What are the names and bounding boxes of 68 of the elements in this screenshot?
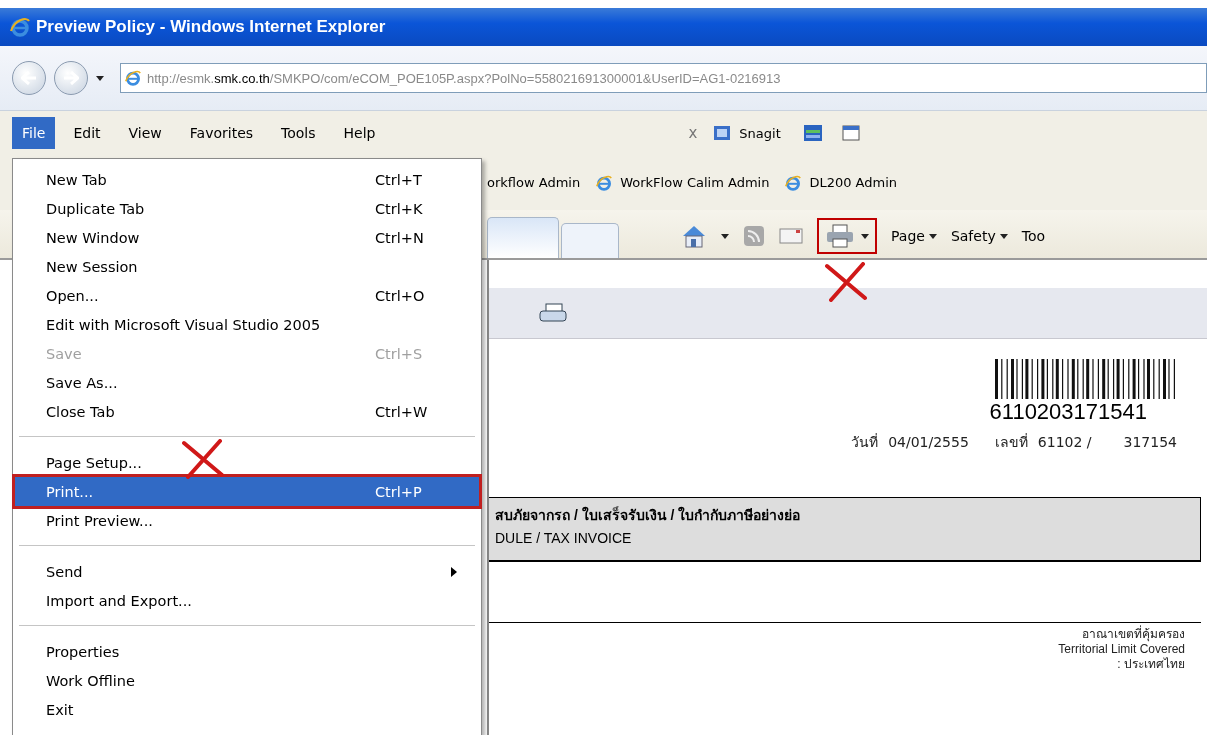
- browser-icon: [125, 70, 141, 86]
- menu-option[interactable]: New Session: [15, 252, 479, 281]
- menu-option[interactable]: Import and Export...: [15, 586, 479, 615]
- capture-icon: [713, 125, 732, 141]
- number-value: 61102 /: [1037, 434, 1092, 450]
- window-icon[interactable]: [802, 124, 823, 142]
- caret-icon: [721, 233, 729, 239]
- caret-icon: [928, 233, 937, 239]
- number-suffix: 317154: [1123, 434, 1177, 450]
- menu-item[interactable]: Help: [333, 117, 386, 149]
- browser-icon: [785, 174, 802, 191]
- favorite-link[interactable]: WorkFlow Calim Admin: [620, 175, 770, 190]
- menu-option[interactable]: Print Preview...: [15, 506, 479, 535]
- cross-mark: [823, 262, 869, 302]
- menu-option[interactable]: Save As...: [15, 368, 479, 397]
- back-arrow-icon: [21, 71, 37, 85]
- printer-icon[interactable]: [539, 303, 567, 323]
- caret-icon: [999, 233, 1008, 239]
- menu-option[interactable]: Send: [15, 557, 479, 586]
- caret-icon: [861, 233, 869, 239]
- snagit-button[interactable]: Snagit: [739, 125, 781, 141]
- cross-mark: [180, 439, 226, 479]
- forward-arrow-icon: [63, 71, 79, 85]
- command-menu[interactable]: Safety: [950, 228, 1008, 244]
- menu-option[interactable]: Exit: [15, 695, 479, 724]
- print-button[interactable]: [817, 218, 877, 254]
- close-button[interactable]: x: [688, 124, 698, 142]
- menu-option[interactable]: Edit with Microsoft Visual Studio 2005: [15, 310, 479, 339]
- command-menu[interactable]: Page: [891, 228, 937, 244]
- menu-option[interactable]: Close Tab Ctrl+W: [15, 397, 479, 426]
- browser-icon: [596, 174, 613, 191]
- heading-text: สบภัยจากรถ / ใบเสร็จรับเงิน / ใบกำกับภาษีอย่างย่อ: [495, 505, 802, 525]
- back-button[interactable]: [12, 61, 46, 95]
- home-icon[interactable]: [681, 224, 707, 248]
- menu-item[interactable]: Tools: [271, 117, 326, 149]
- menu-item[interactable]: File: [12, 117, 56, 149]
- window-title: Preview Policy - Windows Internet Explorer: [36, 17, 386, 37]
- history-caret-icon: [96, 75, 104, 81]
- date-label: วันที่: [851, 432, 879, 452]
- menu-item[interactable]: Edit: [63, 117, 111, 149]
- territory-text: Territorial Limit Covered: [1058, 642, 1185, 657]
- submenu-arrow-icon: [451, 566, 457, 577]
- menu-option[interactable]: New Tab Ctrl+T: [15, 165, 479, 194]
- forward-button[interactable]: [54, 61, 88, 95]
- favorite-link[interactable]: orkflow Admin: [487, 175, 581, 190]
- favorite-link[interactable]: DL200 Admin: [809, 175, 898, 190]
- menu-option[interactable]: Page Setup...: [15, 448, 479, 477]
- number-label: เลขที่: [994, 432, 1028, 452]
- menu-item[interactable]: Favorites: [179, 117, 264, 149]
- barcode-number: 6110203171541: [989, 399, 1147, 425]
- menu-item[interactable]: View: [118, 117, 172, 149]
- notepad-icon[interactable]: [840, 124, 861, 142]
- heading-text: DULE / TAX INVOICE: [495, 530, 633, 546]
- menu-option[interactable]: Duplicate Tab Ctrl+K: [15, 194, 479, 223]
- browser-icon: [10, 17, 30, 37]
- menu-option[interactable]: Print... Ctrl+P: [15, 477, 479, 506]
- menu-option[interactable]: New Window Ctrl+N: [15, 223, 479, 252]
- address-field[interactable]: http://esmk.smk.co.th/SMKPO/com/eCOM_POE105P.aspx?PolNo=558021691300001&UserID=AG1-0216913: [120, 63, 1207, 93]
- command-menu[interactable]: Too: [1021, 228, 1045, 244]
- mail-icon[interactable]: [779, 227, 803, 245]
- territory-text: อาณาเขตที่คุ้มครอง: [1082, 627, 1185, 642]
- menu-option[interactable]: Work Offline: [15, 666, 479, 695]
- url-text: http://esmk.smk.co.th/SMKPO/com/eCOM_POE105P.aspx?PolNo=558021691300001&UserID=AG1-0216913: [147, 70, 781, 86]
- date-value: 04/01/2555: [888, 434, 969, 450]
- territory-text: : ประเทศไทย: [1117, 657, 1185, 672]
- printer-icon: [825, 224, 855, 248]
- menu-option[interactable]: Properties: [15, 637, 479, 666]
- menu-option[interactable]: Open... Ctrl+O: [15, 281, 479, 310]
